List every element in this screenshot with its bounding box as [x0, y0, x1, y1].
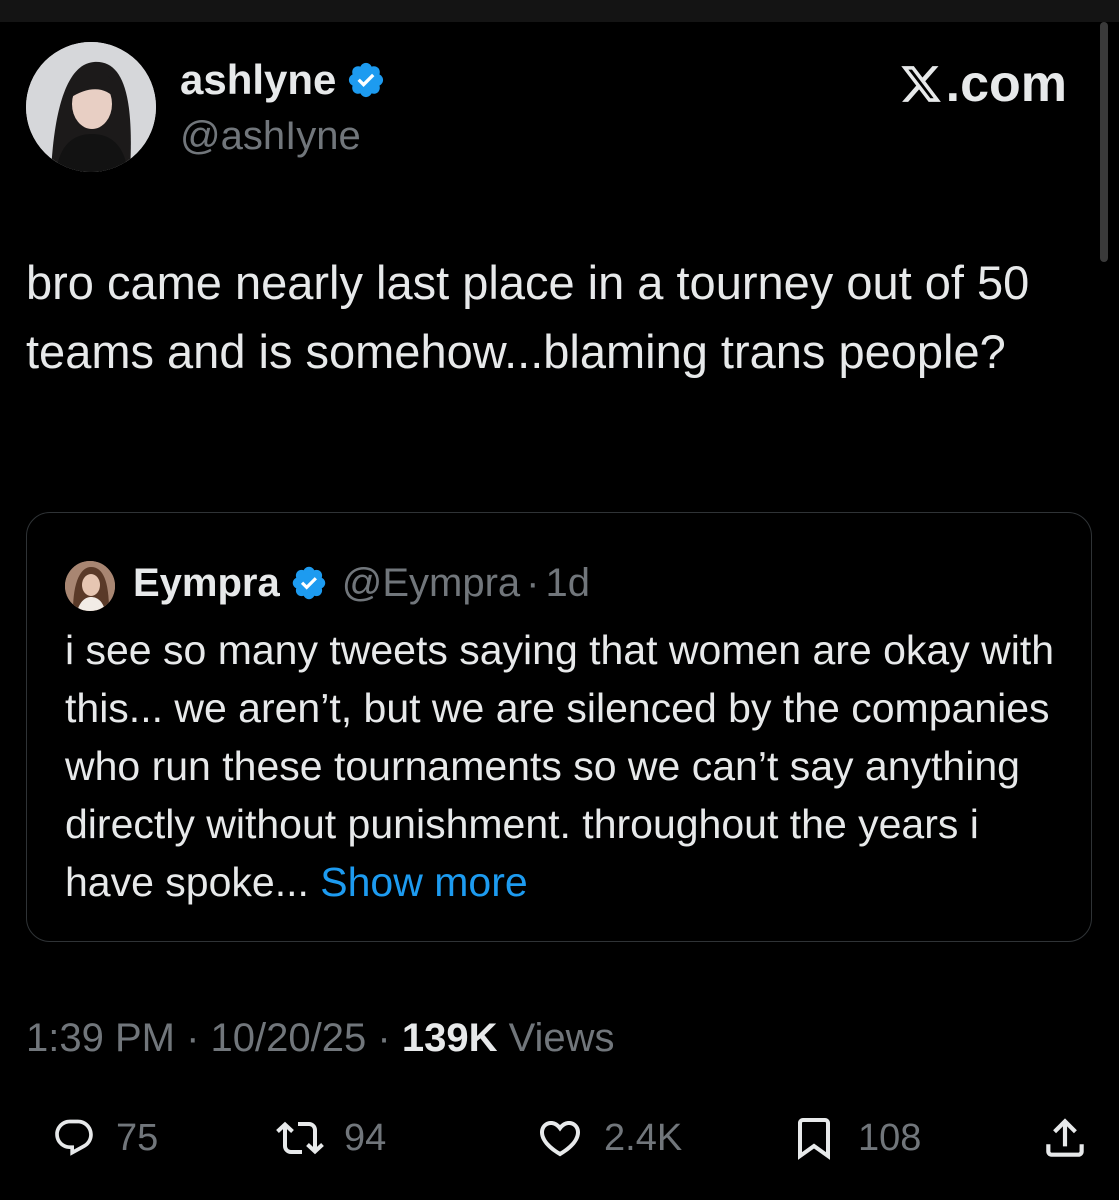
x-logo-icon — [900, 66, 941, 102]
quoted-author-handle[interactable]: @Eympra — [342, 559, 520, 607]
meta-separator: · — [377, 1016, 391, 1060]
author-avatar[interactable] — [26, 42, 156, 172]
status-bar — [0, 0, 1119, 22]
author-handle[interactable]: @ashIyne — [180, 112, 361, 160]
tweet-date[interactable]: 10/20/25 — [211, 1016, 367, 1060]
like-icon — [539, 1121, 581, 1157]
like-button[interactable]: 2.4K — [536, 1108, 682, 1168]
meta-separator: · — [186, 1016, 200, 1060]
quoted-timestamp[interactable]: 1d — [546, 559, 591, 607]
views-label: Views — [508, 1016, 615, 1060]
bookmark-count: 108 — [858, 1116, 922, 1159]
reply-count: 75 — [116, 1116, 159, 1159]
tweet-text: bro came nearly last place in a tourney … — [26, 256, 1030, 378]
show-more-link[interactable]: Show more — [320, 859, 527, 905]
repost-count: 94 — [344, 1116, 387, 1159]
verified-badge-icon — [292, 566, 325, 600]
repost-button[interactable]: 94 — [276, 1108, 386, 1168]
quoted-tweet[interactable]: Eympra @Eympra · 1d i see so many tweets… — [26, 512, 1092, 942]
quoted-author-avatar[interactable] — [65, 561, 115, 611]
author-name-text: ashlyne — [180, 56, 337, 103]
share-button[interactable] — [1040, 1108, 1090, 1168]
action-bar: 75 94 2.4K 108 — [0, 1108, 1119, 1168]
reply-icon — [55, 1119, 93, 1156]
quoted-avatar-image — [65, 561, 115, 611]
tweet-time[interactable]: 1:39 PM — [26, 1016, 175, 1060]
bookmark-button[interactable]: 108 — [790, 1108, 921, 1168]
quoted-author-name[interactable]: Eympra — [133, 559, 280, 607]
scrollbar[interactable] — [1100, 22, 1108, 262]
author-display-name[interactable]: ashlyne — [180, 56, 386, 104]
quoted-tweet-text: i see so many tweets saying that women a… — [65, 621, 1075, 911]
tweet-meta: 1:39 PM · 10/20/25 · 139K Views — [26, 1014, 615, 1062]
quoted-separator: · — [526, 561, 540, 605]
bookmark-icon — [798, 1118, 830, 1160]
reply-button[interactable]: 75 — [52, 1108, 158, 1168]
brand-text: .com — [945, 55, 1067, 113]
like-count: 2.4K — [604, 1116, 683, 1159]
views-count: 139K — [401, 1016, 498, 1060]
x-brand-logo: .com — [898, 56, 1067, 112]
quoted-tweet-body: i see so many tweets saying that women a… — [65, 627, 1055, 905]
share-icon — [1046, 1118, 1084, 1157]
avatar-image — [26, 42, 156, 172]
quoted-tweet-header: Eympra @Eympra · 1d — [133, 559, 590, 607]
verified-badge-icon — [349, 62, 384, 98]
repost-icon — [276, 1121, 324, 1155]
